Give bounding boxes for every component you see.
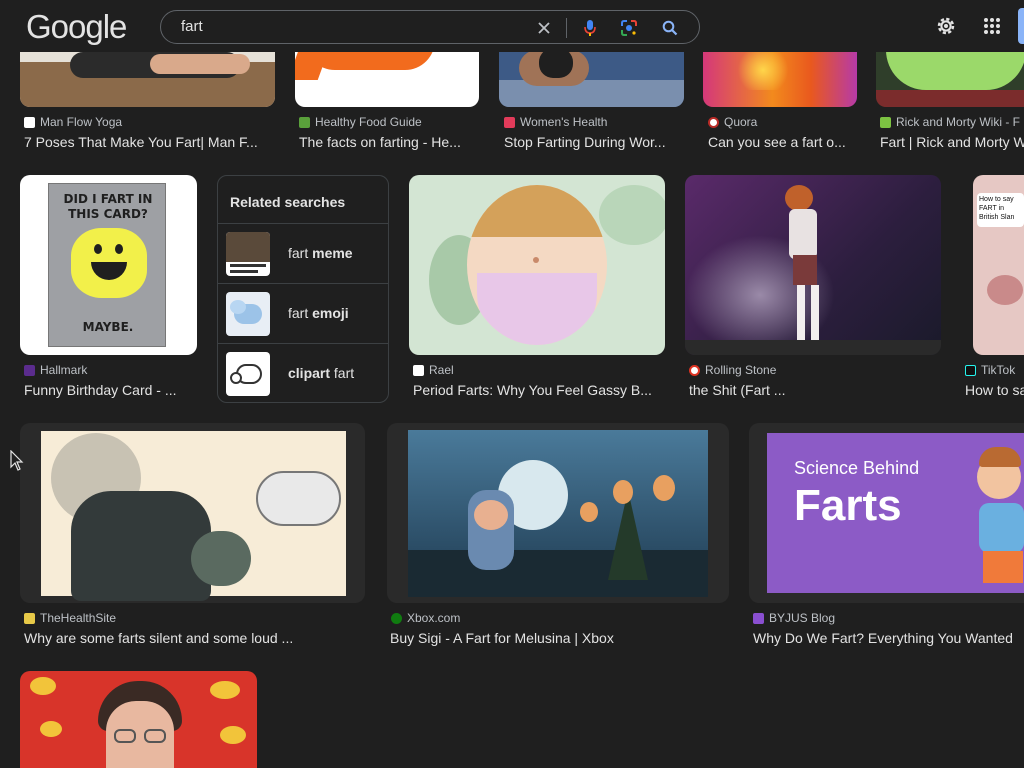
account-button-edge[interactable] [1018,8,1024,44]
card-text-bottom: MAYBE. [82,320,134,334]
related-searches-heading: Related searches [230,194,346,210]
banner-line1: Science Behind [794,458,920,478]
header: Google [0,0,1024,52]
related-thumbnail [226,232,270,276]
thehealthsite-favicon [24,612,35,624]
result-source: Healthy Food Guide [299,115,422,129]
rael-favicon [413,364,424,376]
man-flow-yoga-favicon [24,116,35,128]
result-source: Xbox.com [391,611,460,625]
result-title[interactable]: 7 Poses That Make You Fart| Man F... [24,134,274,150]
related-item-label[interactable]: fart emoji [288,305,349,321]
related-item-fart-meme[interactable]: fart meme [218,223,388,283]
gear-icon[interactable] [934,14,958,38]
rick-and-morty-wiki-favicon [880,116,891,128]
apps-icon[interactable] [980,14,1004,38]
result-thumbnail[interactable] [20,423,365,603]
result-title[interactable]: Why are some farts silent and some loud … [24,630,364,646]
result-title[interactable]: Why Do We Fart? Everything You Wanted [753,630,1024,646]
tiktok-overlay-text: How to say FART in British Slan [977,193,1024,227]
related-item-label[interactable]: clipart fart [288,365,354,381]
lens-icon[interactable] [618,17,640,39]
related-item-clipart-fart[interactable]: clipart fart [218,343,388,403]
result-thumbnail[interactable]: Science Behind Farts [749,423,1024,603]
result-title[interactable]: Period Farts: Why You Feel Gassy B... [413,382,665,398]
banner-line2: Farts [794,481,902,530]
result-source: Rolling Stone [689,363,776,377]
result-title[interactable]: Buy Sigi - A Fart for Melusina | Xbox [390,630,730,646]
result-source: Hallmark [24,363,87,377]
result-title[interactable]: Fart | Rick and Morty W [880,134,1024,150]
result-source: Rael [413,363,454,377]
related-item-fart-emoji[interactable]: fart emoji [218,283,388,343]
google-logo[interactable]: Google [26,8,127,46]
xbox-favicon [391,612,402,624]
search-box[interactable] [160,10,700,44]
tiktok-favicon [965,364,976,376]
result-thumbnail[interactable] [685,175,941,355]
result-source: Man Flow Yoga [24,115,122,129]
search-input[interactable] [181,18,521,35]
result-title[interactable]: the Shit (Fart ... [689,382,939,398]
search-divider [566,18,567,38]
clear-icon[interactable] [533,17,555,39]
result-title[interactable]: Can you see a fart o... [708,134,858,150]
result-source: Quora [708,115,757,129]
related-searches-panel: Related searches fart meme fart emoji cl… [217,175,389,403]
result-source: Rick and Morty Wiki - F [880,115,1020,129]
related-thumbnail [226,292,270,336]
result-source: BYJUS Blog [753,611,835,625]
rolling-stone-favicon [689,364,700,376]
result-title[interactable]: Stop Farting During Wor... [504,134,684,150]
result-thumbnail[interactable]: DID I FART IN THIS CARD? MAYBE. [20,175,197,355]
result-title[interactable]: How to sa [965,382,1024,398]
related-item-label[interactable]: fart meme [288,245,353,261]
related-thumbnail [226,352,270,396]
mic-icon[interactable] [579,17,601,39]
result-thumbnail[interactable]: How to say FART in British Slan [973,175,1024,355]
result-source: Women's Health [504,115,607,129]
mouse-cursor-icon [10,449,24,477]
byjus-blog-favicon [753,612,764,624]
quora-favicon [708,116,719,128]
result-source: TikTok [965,363,1015,377]
healthy-food-guide-favicon [299,116,310,128]
hallmark-favicon [24,364,35,376]
card-text-top: DID I FART IN THIS CARD? [63,192,153,221]
womens-health-favicon [504,116,515,128]
result-thumbnail[interactable] [409,175,665,355]
search-icon[interactable] [659,17,681,39]
result-thumbnail[interactable] [387,423,729,603]
result-source: TheHealthSite [24,611,116,625]
result-title[interactable]: The facts on farting - He... [299,134,479,150]
result-thumbnail[interactable] [20,671,257,768]
result-title[interactable]: Funny Birthday Card - ... [24,382,196,398]
